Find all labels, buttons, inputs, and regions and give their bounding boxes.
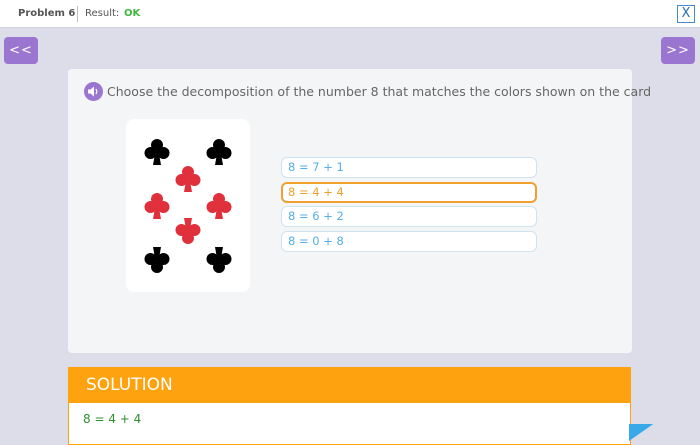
- answer-options: 8 = 7 + 1 8 = 4 + 4 8 = 6 + 2 8 = 0 + 8: [281, 157, 537, 255]
- playing-card: [126, 119, 250, 292]
- answer-option[interactable]: 8 = 6 + 2: [281, 206, 537, 227]
- answer-option[interactable]: 8 = 0 + 8: [281, 230, 537, 252]
- club-icon: [175, 166, 201, 192]
- club-icon: [206, 247, 232, 273]
- solution-answer: 8 = 4 + 4: [83, 412, 142, 426]
- club-icon: [144, 247, 170, 273]
- solution-panel: SOLUTION 8 = 4 + 4: [68, 367, 631, 445]
- result-status: OK: [124, 8, 141, 19]
- club-icon: [206, 193, 232, 219]
- solution-title: SOLUTION: [69, 368, 630, 403]
- club-icon: [144, 139, 170, 165]
- separator: [77, 6, 78, 22]
- club-icon: [175, 218, 201, 244]
- top-bar: Problem 6 Result: OK X: [0, 0, 700, 28]
- previous-button[interactable]: <<: [4, 37, 38, 64]
- question: Choose the decomposition of the number 8…: [84, 82, 651, 101]
- club-icon: [144, 193, 170, 219]
- close-button[interactable]: X: [677, 5, 695, 23]
- question-panel: Choose the decomposition of the number 8…: [68, 69, 651, 353]
- scroll-corner-decoration: [629, 424, 659, 445]
- result-label: Result:: [85, 8, 120, 19]
- answer-option[interactable]: 8 = 7 + 1: [281, 157, 537, 178]
- club-icon: [206, 139, 232, 165]
- question-text: Choose the decomposition of the number 8…: [107, 84, 652, 99]
- next-button[interactable]: >>: [661, 37, 695, 64]
- speaker-icon[interactable]: [84, 82, 103, 101]
- problem-number: Problem 6: [18, 8, 76, 19]
- answer-option-selected[interactable]: 8 = 4 + 4: [281, 181, 537, 203]
